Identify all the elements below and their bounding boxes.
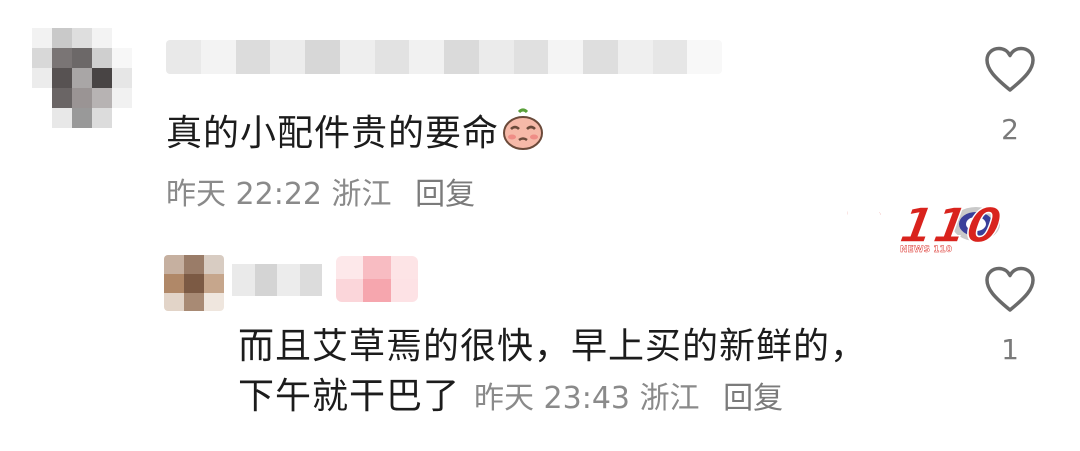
comment-text: 真的小配件贵的要命 (166, 104, 545, 160)
reply-meta: 昨天 23:43 浙江 回复 (474, 381, 783, 416)
commenter-avatar-blurred[interactable] (32, 28, 132, 128)
reply-time: 昨天 23:43 (474, 381, 631, 416)
replier-name-blurred[interactable] (232, 264, 322, 296)
heart-outline-icon (985, 46, 1035, 92)
reply-location: 浙江 (639, 381, 700, 416)
reply-text: 而且艾草焉的很快，早上买的新鲜的， 下午就干巴了 昨天 23:43 浙江 回复 (238, 322, 918, 424)
commenter-name-blurred[interactable] (166, 40, 722, 74)
svg-text:新闻: 新闻 (830, 206, 908, 249)
comment-meta: 昨天 22:22 浙江 回复 (166, 169, 475, 213)
like-count: 1 (1001, 333, 1019, 366)
pouting-face-emoji (501, 107, 545, 160)
reply-button[interactable]: 回复 (723, 381, 783, 416)
like-button[interactable] (984, 46, 1036, 98)
replier-avatar-blurred[interactable] (164, 255, 224, 311)
reply-body-line2: 下午就干巴了 (238, 376, 461, 417)
reply-button[interactable]: 回复 (415, 177, 475, 212)
comment-body: 真的小配件贵的要命 (166, 113, 500, 154)
comment-location: 浙江 (331, 177, 392, 212)
like-button[interactable] (984, 266, 1036, 318)
svg-text:NEWS 110: NEWS 110 (900, 245, 952, 255)
reply-body-line1: 而且艾草焉的很快，早上买的新鲜的， (238, 326, 868, 367)
replier-badge-blurred (336, 256, 418, 302)
comment-time: 昨天 22:22 (166, 177, 322, 212)
heart-outline-icon (985, 266, 1035, 312)
like-count: 2 (1001, 113, 1019, 146)
news110-logo: 新闻 110 NEWS 110 (824, 172, 1006, 256)
